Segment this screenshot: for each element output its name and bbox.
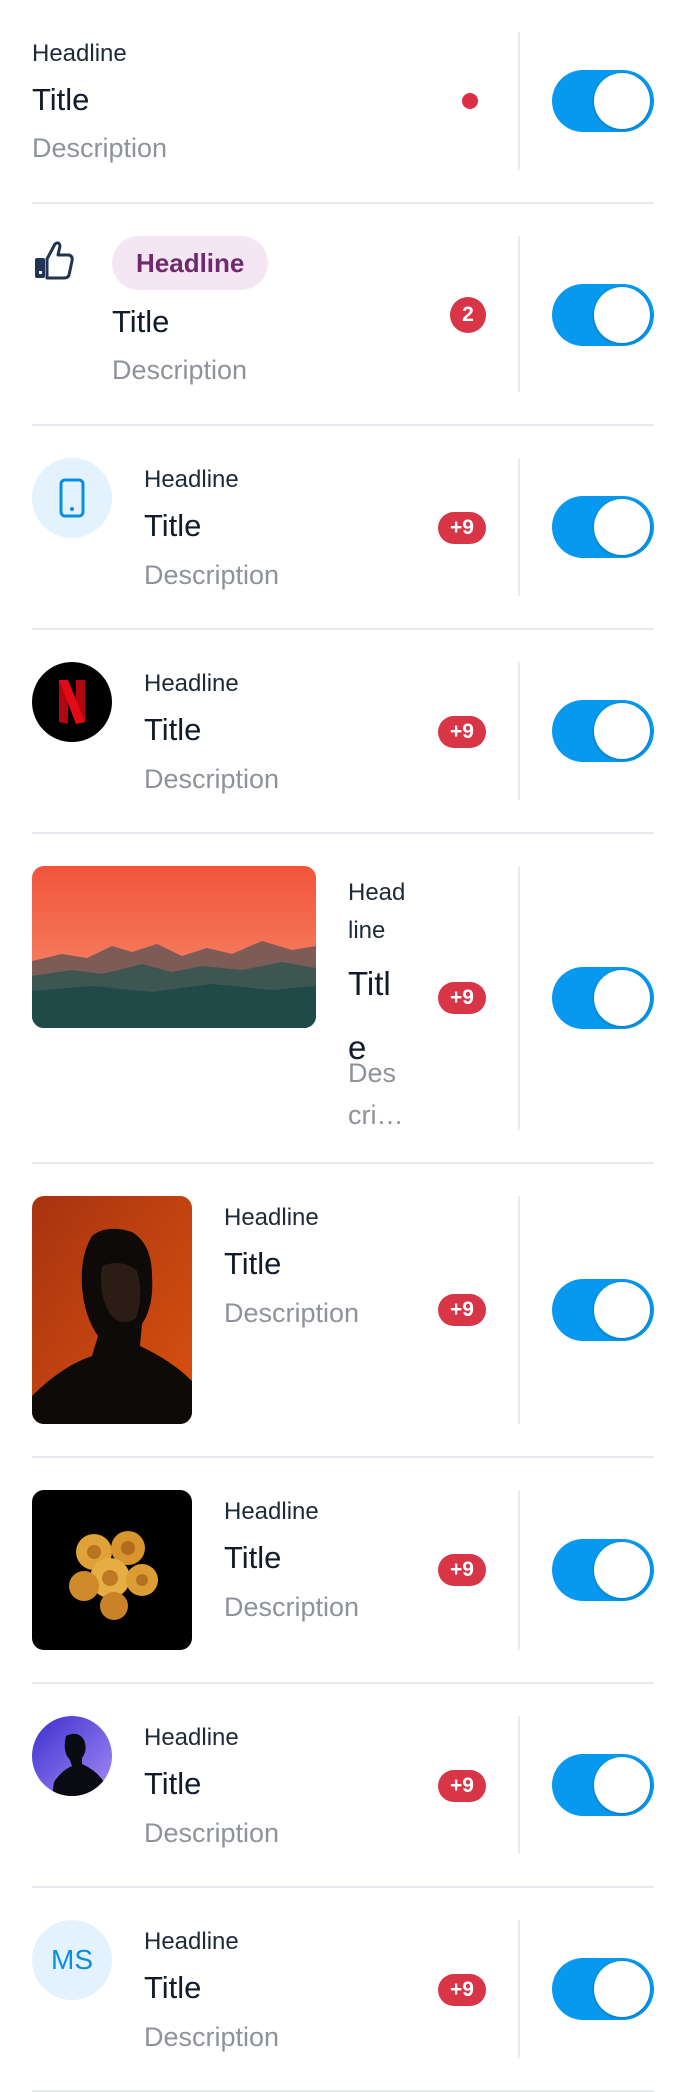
item-title: Title — [32, 82, 90, 117]
toggle-knob — [594, 1961, 650, 2017]
toggle-knob — [594, 970, 650, 1026]
toggle-knob — [594, 73, 650, 129]
toggle-switch[interactable] — [552, 1754, 654, 1816]
item-title: Title — [224, 1246, 282, 1281]
item-description: Description — [144, 1818, 280, 1848]
item-headline: Headline — [144, 466, 239, 493]
toggle-knob — [594, 1542, 650, 1598]
count-badge: +9 — [438, 982, 486, 1014]
count-badge: 2 — [450, 297, 486, 333]
vertical-divider — [518, 1490, 520, 1650]
status-dot — [462, 93, 478, 109]
count-badge: +9 — [438, 512, 486, 544]
divider — [32, 628, 654, 630]
item-headline: Headline — [144, 670, 239, 697]
count-badge: +9 — [438, 1554, 486, 1586]
divider — [32, 1456, 654, 1458]
count-badge: +9 — [438, 1974, 486, 2006]
toggle-knob — [594, 1757, 650, 1813]
divider — [32, 202, 654, 204]
vertical-divider — [518, 1716, 520, 1854]
toggle-switch[interactable] — [552, 70, 654, 132]
portrait-photo — [32, 1196, 192, 1424]
smartphone-icon — [32, 458, 112, 538]
toggle-switch[interactable] — [552, 967, 654, 1029]
item-headline: Headline — [144, 1928, 239, 1955]
headline-line-2: line — [348, 917, 386, 944]
toggle-switch[interactable] — [552, 496, 654, 558]
item-title: Title — [144, 508, 202, 543]
divider — [32, 1162, 654, 1164]
headline-line-1: Head — [348, 879, 406, 906]
count-badge: +9 — [438, 1294, 486, 1326]
item-description: Description — [144, 560, 280, 590]
vertical-divider — [518, 458, 520, 596]
item-title: Title — [112, 304, 170, 339]
item-headline: Headline — [224, 1498, 319, 1525]
item-title: Title — [144, 1970, 202, 2005]
thumbs-up-icon — [32, 238, 76, 282]
toggle-switch[interactable] — [552, 1279, 654, 1341]
item-description: Description — [224, 1592, 360, 1622]
person-silhouette-avatar — [32, 1716, 112, 1796]
item-headline: Headline — [144, 1724, 239, 1751]
toggle-knob — [594, 287, 650, 343]
item-description: Description — [144, 764, 280, 794]
netflix-logo — [32, 662, 112, 742]
divider — [32, 1682, 654, 1684]
item-title: Title — [144, 712, 202, 747]
toggle-knob — [594, 703, 650, 759]
toggle-knob — [594, 499, 650, 555]
item-title: Title — [144, 1766, 202, 1801]
item-description: Description — [144, 2022, 280, 2052]
vertical-divider — [518, 662, 520, 800]
headline-chip[interactable]: Headline — [112, 236, 269, 290]
vertical-divider — [518, 236, 520, 392]
title-line-1: Titl — [348, 965, 391, 1002]
item-title: Title — [224, 1540, 282, 1575]
vertical-divider — [518, 1196, 520, 1424]
vertical-divider — [518, 866, 520, 1130]
toggle-knob — [594, 1282, 650, 1338]
item-headline: Head line — [348, 874, 405, 950]
initials-avatar: MS — [32, 1920, 112, 2000]
sunset-mountains-image — [32, 866, 316, 1028]
toggle-switch[interactable] — [552, 284, 654, 346]
item-description: Description — [112, 355, 248, 385]
toggle-switch[interactable] — [552, 1539, 654, 1601]
description-line-1: Des — [348, 1058, 397, 1088]
vertical-divider — [518, 1920, 520, 2058]
description-line-2: cri… — [348, 1100, 404, 1130]
item-description: Des cri… — [348, 1052, 404, 1136]
roses-photo — [32, 1490, 192, 1650]
item-description: Description — [32, 133, 168, 163]
count-badge: +9 — [438, 1770, 486, 1802]
divider — [32, 1886, 654, 1888]
divider — [32, 832, 654, 834]
item-headline: Headline — [32, 40, 127, 67]
vertical-divider — [518, 32, 520, 170]
item-description: Description — [224, 1298, 360, 1328]
toggle-switch[interactable] — [552, 1958, 654, 2020]
count-badge: +9 — [438, 716, 486, 748]
divider — [32, 424, 654, 426]
toggle-switch[interactable] — [552, 700, 654, 762]
item-headline: Headline — [224, 1204, 319, 1231]
